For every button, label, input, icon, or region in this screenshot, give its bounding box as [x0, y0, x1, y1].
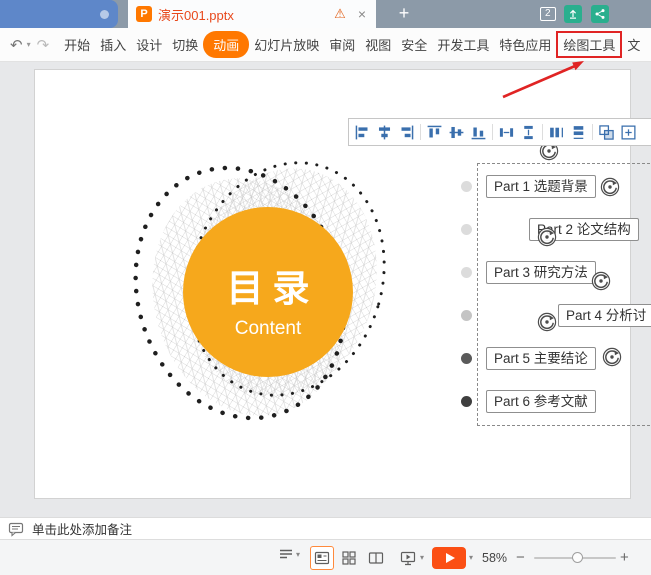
- menu-tab-review[interactable]: 审阅: [324, 31, 360, 58]
- zoom-level-label[interactable]: 58%: [482, 540, 507, 575]
- menu-tab-text-cut[interactable]: 文: [622, 31, 645, 58]
- document-tab-title: 演示001.pptx: [158, 7, 234, 23]
- group-icon[interactable]: [598, 124, 615, 141]
- notes-toggle-caret-icon: ▾: [296, 549, 301, 559]
- home-button[interactable]: [0, 0, 118, 28]
- menu-tab-start[interactable]: 开始: [59, 31, 95, 58]
- toc-selection-dashed-border: [477, 163, 651, 426]
- menu-tab-dev-tools[interactable]: 开发工具: [432, 31, 494, 58]
- notes-placeholder: 单击此处添加备注: [32, 523, 133, 537]
- animation-marker-icon[interactable]: [537, 227, 557, 247]
- zoom-slider-handle[interactable]: [572, 552, 583, 563]
- notes-bubble-icon: [8, 522, 24, 537]
- slideshow-view-button[interactable]: [396, 546, 420, 570]
- normal-view-button[interactable]: [310, 546, 334, 570]
- menu-tab-insert[interactable]: 插入: [95, 31, 131, 58]
- toc-bullet-dot: [461, 310, 472, 321]
- animation-marker-icon[interactable]: [602, 347, 622, 367]
- play-slideshow-button[interactable]: [432, 547, 466, 569]
- notes-bar[interactable]: 单击此处添加备注: [0, 517, 651, 539]
- equal-height-icon[interactable]: [548, 124, 565, 141]
- align-right-icon[interactable]: [398, 124, 415, 141]
- align-left-icon[interactable]: [354, 124, 371, 141]
- toc-item-part6[interactable]: Part 6 参考文献: [486, 390, 596, 413]
- cover-title-group[interactable]: 目录 Content: [183, 258, 353, 340]
- editing-canvas: 目录 Content Part 1 选题背景 Part 2 论文结构 Part …: [0, 62, 651, 517]
- reading-view-icon: [368, 552, 384, 564]
- equal-width-icon[interactable]: [570, 124, 587, 141]
- toc-item-part4[interactable]: Part 4 分析讨: [558, 304, 651, 327]
- toc-bullet-dot: [461, 181, 472, 192]
- slideshow-caret-icon[interactable]: ▾: [420, 540, 424, 575]
- align-bottom-icon[interactable]: [470, 124, 487, 141]
- toolbar-separator: [542, 124, 543, 140]
- align-top-icon[interactable]: [426, 124, 443, 141]
- toolbar-separator: [592, 124, 593, 140]
- undo-icon[interactable]: ↶: [10, 36, 23, 54]
- tab-close-icon[interactable]: ×: [358, 6, 366, 22]
- slide-sorter-view-button[interactable]: [337, 546, 361, 570]
- zoom-out-button[interactable]: −: [516, 540, 525, 575]
- status-bar: ▾ ▾ ▾ 58% − +: [0, 539, 651, 575]
- document-tab[interactable]: P 演示001.pptx ⚠ ×: [128, 0, 376, 28]
- slide-sorter-icon: [342, 551, 356, 565]
- animation-marker-icon[interactable]: [591, 271, 611, 291]
- align-center-horizontal-icon[interactable]: [376, 124, 393, 141]
- menu-tab-special-apps[interactable]: 特色应用: [494, 31, 556, 58]
- toolbar-separator: [420, 124, 421, 140]
- cloud-upload-icon[interactable]: [564, 5, 582, 23]
- home-pill-dot-icon: [100, 10, 109, 19]
- notes-list-icon: [280, 549, 292, 559]
- toc-item-part1[interactable]: Part 1 选题背景: [486, 175, 596, 198]
- quick-access-toolbar: ↶ ▾ ↷: [0, 36, 59, 54]
- new-tab-button[interactable]: +: [390, 0, 418, 28]
- toc-bullet-dot: [461, 267, 472, 278]
- menu-tab-drawing-tools[interactable]: 绘图工具: [556, 31, 623, 58]
- align-middle-vertical-icon[interactable]: [448, 124, 465, 141]
- title-bar: P 演示001.pptx ⚠ × + 2: [0, 0, 651, 28]
- ribbon-menu-bar: ↶ ▾ ↷ 开始 插入 设计 切换 动画 幻灯片放映 审阅 视图 安全 开发工具…: [0, 28, 651, 62]
- play-options-caret-icon[interactable]: ▾: [469, 540, 473, 575]
- toc-bullet-dot: [461, 224, 472, 235]
- cover-title: 目录: [226, 268, 319, 309]
- notification-count-badge[interactable]: 2: [540, 7, 556, 21]
- menu-tab-design[interactable]: 设计: [131, 31, 167, 58]
- distribute-horizontally-icon[interactable]: [498, 124, 515, 141]
- normal-view-icon: [314, 551, 330, 565]
- menu-tab-animation[interactable]: 动画: [203, 31, 250, 58]
- presentation-doc-icon: P: [136, 6, 152, 22]
- toc-bullet-dot: [461, 353, 472, 364]
- unsaved-warning-icon[interactable]: ⚠: [334, 6, 346, 22]
- cover-subtitle: Content: [234, 318, 302, 339]
- reading-view-button[interactable]: [364, 546, 388, 570]
- toc-bullet-dot: [461, 396, 472, 407]
- menu-tab-slideshow[interactable]: 幻灯片放映: [249, 31, 324, 58]
- menu-tab-security[interactable]: 安全: [396, 31, 432, 58]
- animation-marker-icon[interactable]: [600, 177, 620, 197]
- toc-item-part3[interactable]: Part 3 研究方法: [486, 261, 596, 284]
- animation-marker-icon[interactable]: [537, 312, 557, 332]
- toolbar-separator: [492, 124, 493, 140]
- undo-dropdown-caret-icon[interactable]: ▾: [27, 40, 31, 49]
- distribute-vertically-icon[interactable]: [520, 124, 537, 141]
- zoom-in-button[interactable]: +: [620, 540, 629, 575]
- menu-tab-transition[interactable]: 切换: [167, 31, 203, 58]
- redo-icon[interactable]: ↷: [37, 36, 50, 54]
- slideshow-screen-icon: [400, 551, 416, 566]
- share-icon[interactable]: [591, 5, 609, 23]
- play-icon: [445, 553, 455, 563]
- menu-tab-view[interactable]: 视图: [360, 31, 396, 58]
- align-toolbar: [348, 118, 651, 146]
- toc-item-part5[interactable]: Part 5 主要结论: [486, 347, 596, 370]
- more-tools-icon[interactable]: [620, 124, 637, 141]
- notes-toggle-button[interactable]: ▾: [278, 546, 300, 562]
